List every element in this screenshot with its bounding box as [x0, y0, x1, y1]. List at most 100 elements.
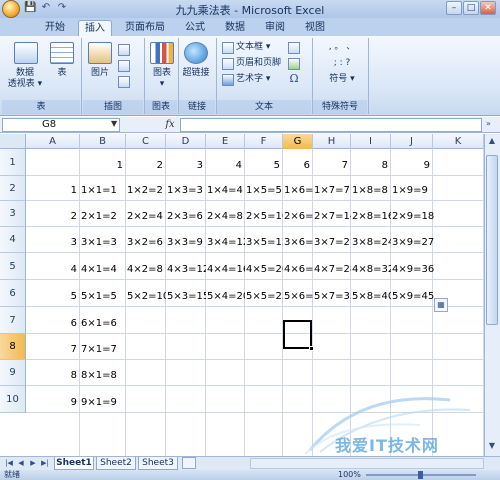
maximize-button[interactable]: □	[463, 1, 479, 15]
scroll-down-icon[interactable]: ▼	[485, 440, 499, 452]
cell-header-value[interactable]: 7	[313, 160, 351, 172]
cell-header-value[interactable]: 6	[283, 160, 313, 172]
name-box[interactable]	[2, 118, 120, 132]
wordart-button[interactable]: 艺术字 ▾	[236, 74, 270, 85]
close-button[interactable]: ✕	[480, 1, 496, 15]
cell-product[interactable]: 2×7=14	[313, 211, 351, 223]
symbol-row-2[interactable]: ; : ?	[318, 58, 366, 69]
column-header-g[interactable]: G	[283, 134, 313, 149]
cell-product[interactable]: 8×1=8	[80, 370, 126, 382]
row-header-6[interactable]: 6	[0, 280, 26, 307]
header-footer-button[interactable]: 页眉和页脚	[236, 58, 281, 69]
column-header-h[interactable]: H	[313, 134, 351, 149]
cell-product[interactable]: 4×6=24	[283, 264, 313, 276]
clipart-icon[interactable]	[118, 44, 130, 56]
cell-product[interactable]: 4×8=32	[351, 264, 391, 276]
cell-product[interactable]: 5×9=45	[391, 291, 434, 303]
cell-product[interactable]: 1×5=5	[245, 185, 283, 197]
cell-product[interactable]: 2×4=8	[206, 211, 245, 223]
cell-product[interactable]: 5×1=5	[80, 291, 126, 303]
expand-formula-icon[interactable]: »	[486, 119, 491, 128]
formula-input[interactable]	[180, 118, 482, 132]
column-header-f[interactable]: F	[245, 134, 283, 149]
horizontal-scrollbar[interactable]	[250, 458, 484, 469]
save-icon[interactable]: 💾	[24, 2, 36, 14]
cell-product[interactable]: 3×4=12	[206, 237, 245, 249]
cell-product[interactable]: 5×5=25	[245, 291, 283, 303]
hyperlink-button[interactable]: 超链接	[178, 68, 214, 79]
cell-product[interactable]: 3×8=24	[351, 237, 391, 249]
sheet-tab-1[interactable]: Sheet1	[54, 457, 94, 470]
cell-multiplier[interactable]: 1	[26, 185, 80, 197]
cell-product[interactable]: 2×6=12	[283, 211, 313, 223]
column-header-k[interactable]: K	[433, 134, 484, 149]
cell-product[interactable]: 2×1=2	[80, 211, 126, 223]
cell-product[interactable]: 7×1=7	[80, 344, 126, 356]
textbox-button[interactable]: 文本框 ▾	[236, 42, 270, 53]
row-header-5[interactable]: 5	[0, 253, 26, 280]
cell-multiplier[interactable]: 9	[26, 397, 80, 409]
fill-handle[interactable]	[309, 346, 314, 351]
cell-product[interactable]: 5×4=20	[206, 291, 245, 303]
symbol-row-1[interactable]: , 。 、	[318, 42, 366, 53]
cell-product[interactable]: 9×1=9	[80, 397, 126, 409]
cell-product[interactable]: 2×8=16	[351, 211, 391, 223]
cell-product[interactable]: 1×2=2	[126, 185, 166, 197]
cell-product[interactable]: 1×3=3	[166, 185, 206, 197]
pivot-table-button[interactable]: 数据 透视表 ▾	[4, 68, 46, 90]
cell-product[interactable]: 3×6=18	[283, 237, 313, 249]
cell-product[interactable]: 1×7=7	[313, 185, 351, 197]
signature-line-icon[interactable]	[288, 42, 300, 54]
paste-options-icon[interactable]: ▦	[434, 298, 448, 312]
undo-icon[interactable]: ↶	[40, 2, 52, 14]
cell-product[interactable]: 1×9=9	[391, 185, 433, 197]
cell-product[interactable]: 3×9=27	[391, 237, 434, 249]
cell-product[interactable]: 5×8=40	[351, 291, 391, 303]
cell-product[interactable]: 1×8=8	[351, 185, 391, 197]
cell-header-value[interactable]: 2	[126, 160, 166, 172]
row-header-3[interactable]: 3	[0, 201, 26, 227]
cell-product[interactable]: 4×2=8	[126, 264, 166, 276]
cell-header-value[interactable]: 8	[351, 160, 391, 172]
cell-product[interactable]: 5×3=15	[166, 291, 206, 303]
cell-header-value[interactable]: 4	[206, 160, 245, 172]
cell-product[interactable]: 3×7=21	[313, 237, 351, 249]
column-header-i[interactable]: I	[351, 134, 391, 149]
row-header-4[interactable]: 4	[0, 227, 26, 253]
cell-product[interactable]: 5×2=10	[126, 291, 166, 303]
row-header-2[interactable]: 2	[0, 176, 26, 201]
cell-header-value[interactable]: 1	[80, 160, 126, 172]
column-header-c[interactable]: C	[126, 134, 166, 149]
row-header-10[interactable]: 10	[0, 386, 26, 413]
first-sheet-icon[interactable]: |◀	[4, 458, 14, 468]
select-all-corner[interactable]	[0, 134, 26, 149]
column-header-e[interactable]: E	[206, 134, 245, 149]
scroll-up-icon[interactable]: ▲	[485, 135, 499, 147]
omega-icon[interactable]: Ω	[287, 73, 301, 84]
insert-sheet-icon[interactable]	[182, 457, 196, 469]
last-sheet-icon[interactable]: ▶|	[40, 458, 50, 468]
cell-product[interactable]: 2×2=4	[126, 211, 166, 223]
prev-sheet-icon[interactable]: ◀	[16, 458, 26, 468]
cell-product[interactable]: 4×1=4	[80, 264, 126, 276]
cell-multiplier[interactable]: 8	[26, 370, 80, 382]
office-button[interactable]	[2, 0, 20, 18]
active-cell-g8[interactable]	[283, 320, 312, 349]
cell-header-value[interactable]: 9	[391, 160, 433, 172]
chart-button[interactable]: 图表 ▾	[146, 68, 178, 90]
cell-multiplier[interactable]: 6	[26, 318, 80, 330]
cell-product[interactable]: 5×6=30	[283, 291, 313, 303]
cell-multiplier[interactable]: 2	[26, 211, 80, 223]
shapes-icon[interactable]	[118, 60, 130, 72]
name-box-dropdown-icon[interactable]: ▼	[111, 119, 117, 128]
tab-view[interactable]: 视图	[298, 20, 332, 36]
cell-product[interactable]: 1×4=4	[206, 185, 245, 197]
redo-icon[interactable]: ↷	[56, 2, 68, 14]
cell-product[interactable]: 6×1=6	[80, 318, 126, 330]
cell-multiplier[interactable]: 4	[26, 264, 80, 276]
cell-product[interactable]: 5×7=35	[313, 291, 351, 303]
tab-formulas[interactable]: 公式	[178, 20, 212, 36]
tab-review[interactable]: 审阅	[258, 20, 292, 36]
cell-product[interactable]: 3×3=9	[166, 237, 206, 249]
cell-product[interactable]: 4×5=20	[245, 264, 283, 276]
